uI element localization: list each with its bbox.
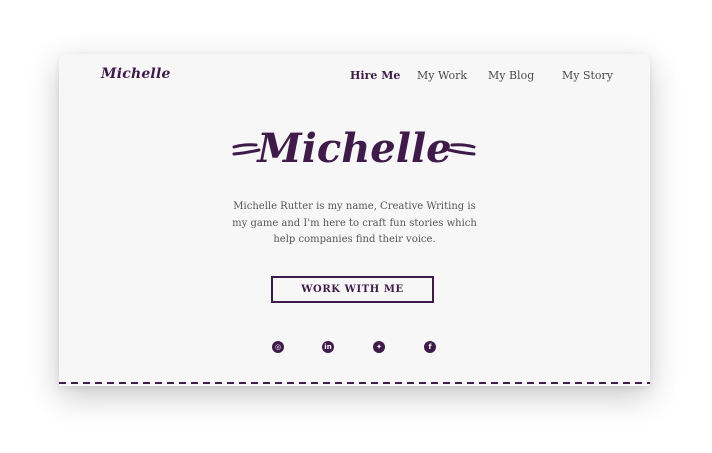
work-with-me-button[interactable]: WORK WITH ME (271, 276, 434, 303)
twitter-icon[interactable]: ✦ (373, 341, 385, 353)
main-nav: Hire Me My Work My Blog My Story (59, 69, 650, 85)
nav-hire-me[interactable]: Hire Me (350, 69, 400, 82)
hero-title: Michelle (257, 125, 452, 172)
bottom-dashed-divider (59, 382, 650, 384)
nav-my-blog[interactable]: My Blog (488, 69, 534, 82)
instagram-icon[interactable]: ◎ (272, 341, 284, 353)
browser-frame: Michelle Hire Me My Work My Blog My Stor… (59, 54, 650, 386)
right-dash-decoration (447, 143, 476, 156)
nav-my-story[interactable]: My Story (562, 69, 613, 82)
linkedin-icon[interactable]: in (322, 341, 334, 353)
facebook-icon[interactable]: f (424, 341, 436, 353)
nav-my-work[interactable]: My Work (417, 69, 467, 82)
hero-description: Michelle Rutter is my name, Creative Wri… (232, 201, 477, 245)
